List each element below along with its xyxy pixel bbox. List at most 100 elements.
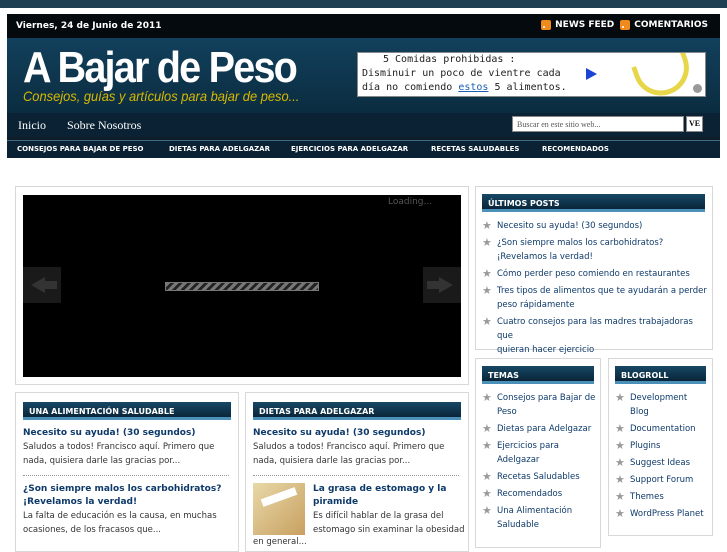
blogroll-line: WordPress Planet [630, 509, 704, 519]
divider [253, 475, 459, 476]
blogroll-line: Development [630, 393, 688, 403]
excerpt-line: Es difícil hablar de la grasa del [313, 511, 444, 521]
recent-post-item[interactable]: ★ Necesito su ayuda! (30 segundos) [482, 219, 707, 233]
topic-line: Consejos para Bajar de [497, 393, 596, 403]
post-excerpt: La falta de educación es la causa, en mu… [23, 509, 217, 537]
ad-arrow-icon [586, 68, 597, 80]
site-logo[interactable]: A Bajar de Peso [23, 42, 298, 94]
post-title-line: ¡Revelamos la verdad! [23, 497, 138, 507]
search-input[interactable]: Buscar en este sitio web... [512, 116, 684, 132]
topic-item[interactable]: ★ Ejercicios para Adelgazar [482, 439, 598, 467]
blogroll-item[interactable]: ★ Development Blog [615, 391, 711, 419]
blogroll-item[interactable]: ★ Support Forum [615, 473, 711, 487]
topic-line: Ejercicios para [497, 441, 559, 451]
widget-heading: TEMAS [482, 366, 594, 384]
topic-item[interactable]: ★ Consejos para Bajar de Peso [482, 391, 598, 419]
rss-icon [541, 20, 552, 30]
excerpt-line: ocasiones, de los fracasos que... [23, 525, 161, 535]
divider [23, 475, 229, 476]
excerpt-line: estomago sin examinar la obesidad [313, 525, 465, 535]
star-icon: ★ [482, 267, 492, 280]
news-feed-label: NEWS FEED [555, 20, 615, 30]
top-strip [0, 0, 727, 8]
star-icon: ★ [482, 219, 492, 232]
blogroll-item[interactable]: ★ Plugins [615, 439, 711, 453]
recent-post-link: Necesito su ayuda! (30 segundos) [497, 221, 643, 231]
arrow-left-shaft [43, 281, 57, 289]
star-icon: ★ [615, 507, 625, 520]
category-ejercicios[interactable]: EJERCICIOS PARA ADELGAZAR [291, 145, 408, 153]
excerpt-line: nada, quisiera darle las gracias por... [253, 456, 411, 466]
post-title[interactable]: La grasa de estomago y la piramide [313, 483, 446, 509]
slider-loading-text: Loading... [388, 197, 433, 207]
star-icon: ★ [615, 490, 625, 503]
slider-next-button[interactable] [423, 267, 461, 303]
blogroll-item[interactable]: ★ Documentation [615, 422, 711, 436]
star-icon: ★ [615, 422, 625, 435]
star-icon: ★ [482, 439, 492, 452]
topic-line: Saludable [497, 520, 539, 530]
news-feed-link[interactable]: NEWS FEED [541, 20, 614, 30]
star-icon: ★ [482, 391, 492, 404]
ad-line-2: Disminuir un poco de vientre cada [362, 68, 561, 79]
topic-line: Recomendados [497, 489, 563, 499]
post-thumbnail[interactable] [253, 483, 305, 535]
topic-item[interactable]: ★ Dietas para Adelgazar [482, 422, 598, 436]
comments-feed-link[interactable]: COMENTARIOS [620, 20, 708, 30]
post-title[interactable]: ¿Son siempre malos los carbohidratos? ¡R… [23, 483, 221, 509]
star-icon: ★ [482, 315, 492, 328]
category-dietas[interactable]: DIETAS PARA ADELGAZAR [169, 145, 270, 153]
ad-info-icon[interactable] [693, 84, 702, 93]
widget-heading: BLOGROLL [615, 366, 706, 384]
star-icon: ★ [482, 422, 492, 435]
slider-prev-button[interactable] [23, 267, 61, 303]
topic-item[interactable]: ★ Recetas Saludables [482, 470, 598, 484]
ad-line-1: 5 Comidas prohibidas : [383, 54, 516, 65]
site-tagline: Consejos, guías y artículos para bajar d… [23, 88, 300, 104]
featured-slider[interactable]: Loading... [23, 195, 461, 377]
category-recetas[interactable]: RECETAS SALUDABLES [431, 145, 519, 153]
star-icon: ★ [482, 504, 492, 517]
main-nav: Inicio Sobre Nosotros Buscar en este sit… [7, 113, 720, 137]
topic-item[interactable]: ★ Una Alimentación Saludable [482, 504, 598, 532]
search-button[interactable]: VE [686, 116, 703, 132]
topic-line: Recetas Saludables [497, 472, 580, 482]
recent-post-item[interactable]: ★ Tres tipos de alimentos que te ayudarán… [482, 284, 707, 312]
recent-post-item[interactable]: ★ Cómo perder peso comiendo en restaurant… [482, 267, 707, 281]
blogroll-line: Blog [630, 407, 649, 417]
excerpt-line: Saludos a todos! Francisco aquí. Primero… [23, 442, 215, 452]
category-recomendados[interactable]: RECOMENDADOS [542, 145, 609, 153]
recent-post-item[interactable]: ★ ¿Son siempre malos los carbohidratos? ¡R… [482, 236, 707, 264]
post-excerpt: Saludos a todos! Francisco aquí. Primero… [23, 440, 214, 468]
recent-post-line: Tres tipos de alimentos que te ayudarán … [497, 286, 707, 296]
nav-item-sobre-nosotros[interactable]: Sobre Nosotros [67, 118, 141, 133]
star-icon: ★ [482, 487, 492, 500]
blogroll-item[interactable]: ★ Themes [615, 490, 711, 504]
rss-icon [620, 20, 631, 30]
blogroll-list: ★ Development Blog ★ Documentation ★ Plugins… [615, 391, 711, 524]
blogroll-line: Plugins [630, 441, 661, 451]
recent-post-line: quieran hacer ejercicio [497, 345, 595, 355]
blogroll-item[interactable]: ★ WordPress Planet [615, 507, 711, 521]
topic-item[interactable]: ★ Recomendados [482, 487, 598, 501]
ad-line-3: día no comiendo estos 5 alimentos. [362, 82, 567, 93]
loading-bar [165, 282, 319, 291]
recent-post-line: ¡Revelamos la verdad! [497, 252, 593, 262]
post-title[interactable]: Necesito su ayuda! (30 segundos) [253, 427, 425, 440]
widget-heading: ÚLTIMOS POSTS [482, 194, 705, 212]
category-consejos[interactable]: CONSEJOS PARA BAJAR DE PESO [17, 145, 144, 153]
header-ad-banner[interactable]: 5 Comidas prohibidas : Disminuir un poco… [357, 52, 706, 97]
ad-link[interactable]: estos [458, 82, 488, 93]
blogroll-item[interactable]: ★ Suggest Ideas [615, 456, 711, 470]
recent-post-item[interactable]: ★ Cuatro consejos para las madres trabaja… [482, 315, 707, 357]
post-excerpt: Saludos a todos! Francisco aquí. Primero… [253, 440, 444, 468]
category-bar: CONSEJOS PARA BAJAR DE PESO DIETAS PARA … [7, 140, 720, 158]
star-icon: ★ [482, 284, 492, 297]
star-icon: ★ [615, 473, 625, 486]
post-title[interactable]: Necesito su ayuda! (30 segundos) [23, 427, 195, 440]
ad-line-3-prefix: día no comiendo [362, 82, 459, 93]
excerpt-line: Saludos a todos! Francisco aquí. Primero… [253, 442, 445, 452]
nav-item-inicio[interactable]: Inicio [18, 118, 46, 133]
topic-line: Dietas para Adelgazar [497, 424, 592, 434]
star-icon: ★ [615, 456, 625, 469]
